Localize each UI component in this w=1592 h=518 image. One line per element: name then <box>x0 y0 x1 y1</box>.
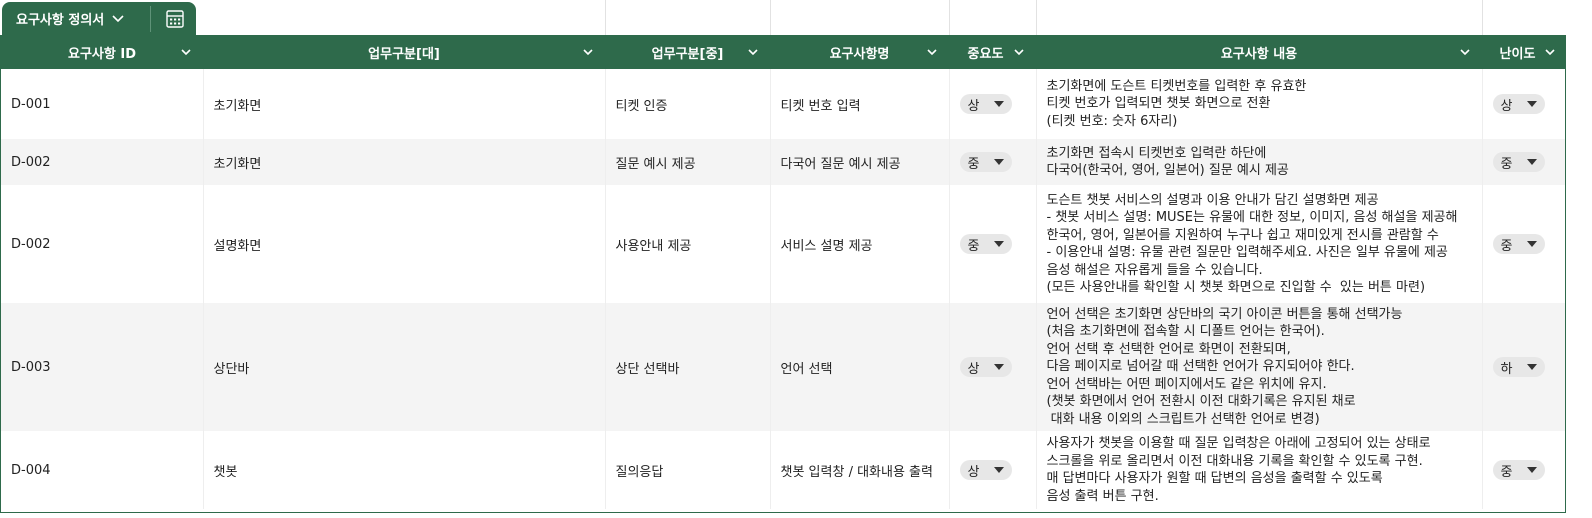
cell-minor[interactable]: 사용안내 제공 <box>605 185 771 303</box>
cell-major[interactable]: 초기화면 <box>203 139 606 185</box>
table-row[interactable]: D-002 초기화면 질문 예시 제공 다국어 질문 예시 제공 중 초기화면 … <box>1 139 1565 185</box>
priority-dropdown[interactable]: 상 <box>959 357 1012 377</box>
cell-minor[interactable]: 질의응답 <box>605 431 771 509</box>
requirements-table: 요구사항 ID 업무구분[대] 업무구분[중] 요구사항명 중요도 요구사항 내… <box>1 36 1565 509</box>
column-header-priority[interactable]: 중요도 <box>949 36 1036 69</box>
cell-name[interactable]: 다국어 질문 예시 제공 <box>770 139 950 185</box>
cell-content[interactable]: 초기화면에 도슨트 티켓번호를 입력한 후 유효한 티켓 번호가 입력되면 챗봇… <box>1036 69 1483 139</box>
column-header-content[interactable]: 요구사항 내용 <box>1036 36 1482 69</box>
cell-id[interactable]: D-003 <box>1 303 204 431</box>
dropdown-triangle-icon <box>1526 241 1537 247</box>
difficulty-dropdown[interactable]: 하 <box>1492 357 1545 377</box>
cell-id[interactable]: D-001 <box>1 69 204 139</box>
dropdown-triangle-icon <box>993 364 1004 370</box>
difficulty-dropdown[interactable]: 중 <box>1492 152 1545 172</box>
priority-value: 상 <box>967 464 980 480</box>
dropdown-triangle-icon <box>993 101 1004 107</box>
table-row[interactable]: D-003 상단바 상단 선택바 언어 선택 상 언어 선택은 초기화면 상단바… <box>1 303 1565 431</box>
column-header-id[interactable]: 요구사항 ID <box>1 36 203 69</box>
cell-priority[interactable]: 상 <box>949 431 1037 509</box>
grid-line <box>1482 0 1483 35</box>
cell-content[interactable]: 초기화면 접속시 티켓번호 입력란 하단에 다국어(한국어, 영어, 일본어) … <box>1036 139 1483 185</box>
grid-line <box>1036 0 1037 35</box>
grid-line <box>949 0 950 35</box>
cell-content[interactable]: 도슨트 챗봇 서비스의 설명과 이용 안내가 담긴 설명화면 제공 - 챗봇 서… <box>1036 185 1483 303</box>
difficulty-value: 하 <box>1500 361 1513 377</box>
cell-priority[interactable]: 중 <box>949 185 1037 303</box>
difficulty-value: 중 <box>1500 464 1513 480</box>
chevron-down-icon[interactable] <box>112 14 124 23</box>
dropdown-triangle-icon <box>993 159 1004 165</box>
chevron-down-icon[interactable] <box>179 45 193 59</box>
cell-name[interactable]: 언어 선택 <box>770 303 950 431</box>
chevron-down-icon[interactable] <box>925 45 939 59</box>
cell-content[interactable]: 언어 선택은 초기화면 상단바의 국기 아이콘 버튼을 통해 선택가능 (처음 … <box>1036 303 1483 431</box>
table-row[interactable]: D-002 설명화면 사용안내 제공 서비스 설명 제공 중 도슨트 챗봇 서비… <box>1 185 1565 303</box>
cell-major[interactable]: 챗봇 <box>203 431 606 509</box>
column-header-major[interactable]: 업무구분[대] <box>203 36 605 69</box>
dropdown-triangle-icon <box>1526 364 1537 370</box>
chevron-down-icon[interactable] <box>1458 45 1472 59</box>
dropdown-triangle-icon <box>1526 101 1537 107</box>
difficulty-dropdown[interactable]: 중 <box>1492 460 1545 480</box>
cell-difficulty[interactable]: 중 <box>1482 139 1565 185</box>
priority-dropdown[interactable]: 중 <box>959 234 1012 254</box>
difficulty-value: 중 <box>1500 238 1513 254</box>
cell-priority[interactable]: 중 <box>949 139 1037 185</box>
column-header-name[interactable]: 요구사항명 <box>770 36 949 69</box>
cell-priority[interactable]: 상 <box>949 303 1037 431</box>
table-row[interactable]: D-001 초기화면 티켓 인증 티켓 번호 입력 상 초기화면에 도슨트 티켓… <box>1 69 1565 139</box>
chevron-down-icon[interactable] <box>746 45 760 59</box>
difficulty-value: 중 <box>1500 156 1513 172</box>
cell-major[interactable]: 설명화면 <box>203 185 606 303</box>
priority-dropdown[interactable]: 중 <box>959 152 1012 172</box>
cell-name[interactable]: 챗봇 입력창 / 대화내용 출력 <box>770 431 950 509</box>
cell-difficulty[interactable]: 상 <box>1482 69 1565 139</box>
chevron-down-icon[interactable] <box>1543 45 1557 59</box>
grid-line <box>770 0 771 35</box>
cell-id[interactable]: D-004 <box>1 431 204 509</box>
priority-value: 상 <box>967 361 980 377</box>
cell-id[interactable]: D-002 <box>1 185 204 303</box>
cell-major[interactable]: 초기화면 <box>203 69 606 139</box>
column-header-difficulty[interactable]: 난이도 <box>1482 36 1565 69</box>
cell-difficulty[interactable]: 중 <box>1482 185 1565 303</box>
priority-value: 상 <box>967 98 980 114</box>
table-row[interactable]: D-004 챗봇 질의응답 챗봇 입력창 / 대화내용 출력 상 사용자가 챗봇… <box>1 431 1565 509</box>
cell-id[interactable]: D-002 <box>1 139 204 185</box>
column-header-minor[interactable]: 업무구분[중] <box>605 36 770 69</box>
dropdown-triangle-icon <box>993 467 1004 473</box>
sheet-tab-label: 요구사항 정의서 <box>16 13 105 28</box>
difficulty-value: 상 <box>1500 98 1513 114</box>
dropdown-triangle-icon <box>993 241 1004 247</box>
cell-name[interactable]: 티켓 번호 입력 <box>770 69 950 139</box>
calculator-icon[interactable] <box>164 9 186 29</box>
cell-name[interactable]: 서비스 설명 제공 <box>770 185 950 303</box>
requirements-sheet: 요구사항 ID 업무구분[대] 업무구분[중] 요구사항명 중요도 요구사항 내… <box>0 35 1566 513</box>
tab-divider <box>150 6 151 32</box>
cell-priority[interactable]: 상 <box>949 69 1037 139</box>
priority-value: 중 <box>967 238 980 254</box>
header-row: 요구사항 ID 업무구분[대] 업무구분[중] 요구사항명 중요도 요구사항 내… <box>1 36 1565 69</box>
priority-dropdown[interactable]: 상 <box>959 94 1012 114</box>
cell-major[interactable]: 상단바 <box>203 303 606 431</box>
grid-line <box>605 0 606 35</box>
sheet-tab[interactable]: 요구사항 정의서 <box>2 2 196 35</box>
cell-minor[interactable]: 질문 예시 제공 <box>605 139 771 185</box>
cell-minor[interactable]: 티켓 인증 <box>605 69 771 139</box>
cell-difficulty[interactable]: 중 <box>1482 431 1565 509</box>
chevron-down-icon[interactable] <box>581 45 595 59</box>
priority-value: 중 <box>967 156 980 172</box>
cell-minor[interactable]: 상단 선택바 <box>605 303 771 431</box>
cell-content[interactable]: 사용자가 챗봇을 이용할 때 질문 입력창은 아래에 고정되어 있는 상태로 스… <box>1036 431 1483 509</box>
sheet-tab-strip: 요구사항 정의서 <box>0 0 1592 35</box>
dropdown-triangle-icon <box>1526 159 1537 165</box>
cell-difficulty[interactable]: 하 <box>1482 303 1565 431</box>
difficulty-dropdown[interactable]: 중 <box>1492 234 1545 254</box>
difficulty-dropdown[interactable]: 상 <box>1492 94 1545 114</box>
chevron-down-icon[interactable] <box>1012 45 1026 59</box>
dropdown-triangle-icon <box>1526 467 1537 473</box>
priority-dropdown[interactable]: 상 <box>959 460 1012 480</box>
